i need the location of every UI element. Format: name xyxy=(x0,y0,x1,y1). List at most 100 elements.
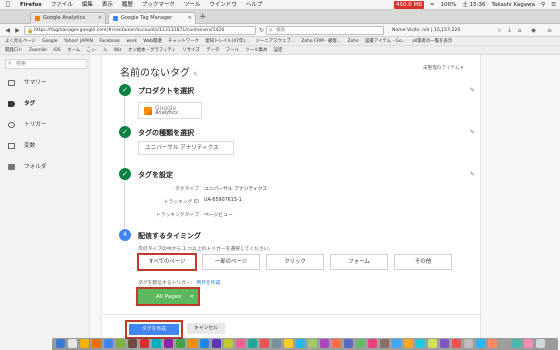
app-icon[interactable] xyxy=(464,339,473,348)
bookmark[interactable]: Facebook xyxy=(99,37,120,45)
search-input[interactable]: ⚲ 検索 xyxy=(266,26,384,35)
bookmark[interactable]: オン絵本・グラフィティ xyxy=(128,46,176,54)
sidebar-item-summary[interactable]: サマリー xyxy=(0,75,90,91)
bookmark[interactable]: work xyxy=(126,37,137,45)
app-icon[interactable] xyxy=(524,339,533,348)
app-icon[interactable] xyxy=(440,339,449,348)
memory-indicator[interactable]: 450.0 MB xyxy=(394,1,425,9)
trigger-some-pages-button[interactable]: 一部のページ xyxy=(202,254,260,270)
firefox-icon[interactable] xyxy=(92,339,101,348)
menu-item[interactable]: ブックマーク xyxy=(142,0,175,10)
app-icon[interactable] xyxy=(488,339,497,348)
app-icon[interactable] xyxy=(500,339,509,348)
bookmark[interactable]: 図書アイテム - Go... xyxy=(365,37,405,45)
bookmark[interactable]: ジーニアスウェブ... xyxy=(256,37,295,45)
app-icon[interactable] xyxy=(320,339,329,348)
app-icon[interactable] xyxy=(344,339,353,348)
bookmark[interactable]: all業者の一覧を表示 xyxy=(412,37,452,45)
app-icon[interactable] xyxy=(356,339,365,348)
product-google-analytics[interactable]: Google Analytics xyxy=(138,102,202,119)
app-icon[interactable] xyxy=(152,339,161,348)
app-icon[interactable] xyxy=(392,339,401,348)
sidebar-item-variables[interactable]: 変数 xyxy=(0,138,90,154)
address-bar[interactable]: 🔒 https://tagmanager.google.com/#/contai… xyxy=(24,26,256,35)
app-icon[interactable] xyxy=(284,339,293,348)
sidebar-item-folders[interactable]: フォルダ xyxy=(0,159,90,175)
forward-arrow-icon[interactable]: ▶ xyxy=(13,26,22,35)
close-tab-icon[interactable]: ✕ xyxy=(98,13,102,24)
app-icon[interactable] xyxy=(380,339,389,348)
bookmark[interactable]: チャットワーク xyxy=(168,37,199,45)
bookmark[interactable]: 開発ロト xyxy=(5,46,23,54)
app-icon[interactable] xyxy=(332,339,341,348)
app-icon[interactable] xyxy=(416,339,425,348)
bookmark[interactable]: Zoho CRM - 顧客... xyxy=(301,37,341,45)
reload-icon[interactable]: ↻ xyxy=(258,27,265,34)
bookmark[interactable]: 入 xyxy=(103,46,107,54)
create-exception-link[interactable]: 例外を作成 xyxy=(196,281,220,286)
launchpad-icon[interactable] xyxy=(68,339,77,348)
app-icon[interactable] xyxy=(116,339,125,348)
back-arrow-icon[interactable]: ◀ xyxy=(3,26,12,35)
tag-type-option[interactable]: ユニバーサル アナリティクス xyxy=(138,141,234,155)
sidebar-item-tags[interactable]: タグ xyxy=(0,96,90,112)
app-icon[interactable] xyxy=(188,339,197,348)
edit-pencil-icon[interactable]: ✎ xyxy=(470,171,475,178)
extension-icon[interactable]: ◆ xyxy=(530,27,537,34)
menu-item[interactable]: ファイル xyxy=(51,0,73,10)
cancel-button[interactable]: キャンセル xyxy=(187,323,225,334)
wifi-icon[interactable]: ≈ xyxy=(430,0,435,10)
app-icon[interactable] xyxy=(248,339,257,348)
bookmark[interactable]: Zoho xyxy=(348,37,359,45)
app-icon[interactable] xyxy=(128,339,137,348)
app-icon[interactable] xyxy=(296,339,305,348)
bookmark[interactable]: Yahoo! JAPAN xyxy=(64,37,93,45)
apple-icon[interactable]:  xyxy=(6,0,10,10)
app-icon[interactable] xyxy=(224,339,233,348)
bookmark[interactable]: フール xyxy=(226,46,239,54)
battery-label[interactable]: 100% xyxy=(441,0,457,10)
menu-icon[interactable]: ☰ xyxy=(551,0,556,10)
bookmark[interactable]: リサイズ xyxy=(182,46,199,54)
trigger-form-button[interactable]: フォーム xyxy=(330,254,388,270)
app-icon[interactable] xyxy=(428,339,437,348)
app-icon[interactable] xyxy=(404,339,413,348)
finder-icon[interactable] xyxy=(56,339,65,348)
app-icon[interactable] xyxy=(272,339,281,348)
app-icon[interactable] xyxy=(368,339,377,348)
app-icon[interactable] xyxy=(140,339,149,348)
search-icon[interactable]: ⚲ xyxy=(541,0,545,10)
download-icon[interactable]: ↓ xyxy=(506,27,513,34)
bookmark[interactable]: Google xyxy=(42,37,57,45)
chrome-icon[interactable] xyxy=(104,339,113,348)
app-icon[interactable] xyxy=(260,339,269,348)
new-tab-button[interactable]: + xyxy=(199,11,207,23)
hamburger-menu-icon[interactable]: ≡ xyxy=(546,27,553,34)
app-icon[interactable] xyxy=(212,339,221,348)
app-icon[interactable] xyxy=(164,339,173,348)
bookmark[interactable]: ツール集め xyxy=(245,46,267,54)
home-icon[interactable]: ⌂ xyxy=(516,27,523,34)
trigger-other-button[interactable]: その他 xyxy=(394,254,452,270)
bookmark[interactable]: データ xyxy=(206,46,219,54)
edit-pencil-icon[interactable]: ✎ xyxy=(470,87,475,94)
menu-item[interactable]: 編集 xyxy=(82,0,93,10)
bookmark[interactable]: Web関連 xyxy=(143,37,161,45)
menu-item[interactable]: ヘルプ xyxy=(246,0,263,10)
trigger-all-pages-button[interactable]: すべてのページ xyxy=(137,253,197,271)
create-tag-button[interactable]: タグを作成 xyxy=(129,324,179,335)
tag-name[interactable]: 名前のないタグ xyxy=(120,68,190,79)
bookmark[interactable]: 愛知トレイル(47年)... xyxy=(205,37,249,45)
app-icon[interactable] xyxy=(80,339,89,348)
close-tab-icon[interactable]: ✕ xyxy=(188,13,192,24)
bookmark[interactable]: iOS xyxy=(53,46,60,54)
pencil-icon[interactable]: ✎ xyxy=(193,71,198,78)
star-icon[interactable]: ☆ xyxy=(496,27,503,34)
sidebar-item-triggers[interactable]: トリガー xyxy=(0,117,90,133)
app-icon[interactable] xyxy=(308,339,317,348)
sidebar-search-input[interactable]: ⚲ 検索 xyxy=(5,59,87,69)
bookmark[interactable]: ホーム xyxy=(67,46,80,54)
clock[interactable]: 土 15:36 xyxy=(462,0,485,10)
menu-item[interactable]: Firefox xyxy=(20,0,42,10)
app-icon[interactable] xyxy=(200,339,209,348)
